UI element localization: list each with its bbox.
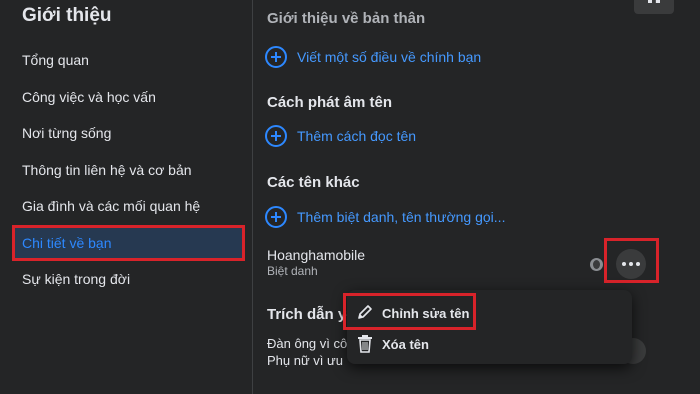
delete-name-label: Xóa tên (382, 336, 429, 352)
more-icon-dot (636, 262, 640, 266)
add-pronunciation-label: Thêm cách đọc tên (297, 128, 417, 144)
sidebar-title: Giới thiệu (22, 5, 112, 26)
quote-line-2: Phụ nữ vì ưu (267, 353, 343, 368)
add-about-link[interactable]: Viết một số điều về chính bạn (265, 46, 481, 68)
quote-line-1: Đàn ông vì cô (267, 336, 348, 351)
top-more-button[interactable] (634, 0, 674, 14)
plus-circle-icon (265, 46, 287, 68)
edit-name-label: Chỉnh sửa tên (382, 305, 470, 321)
add-nickname-label: Thêm biệt danh, tên thường gọi... (297, 209, 506, 225)
profile-about-panel: Giới thiệu Tổng quan Công việc và học vấ… (0, 0, 700, 394)
nickname-value: Hoanghamobile (267, 247, 366, 263)
sidebar-item-details-about-you[interactable]: Chi tiết về bạn (12, 226, 244, 260)
sidebar-item-contact-basic-info[interactable]: Thông tin liên hệ và cơ bản (12, 153, 244, 187)
pencil-icon (358, 305, 372, 319)
sidebar-item-family-relationships[interactable]: Gia đình và các mối quan hệ (12, 189, 244, 223)
delete-name-menu-item[interactable]: Xóa tên (347, 328, 632, 360)
plus-circle-icon (265, 206, 287, 228)
other-names-title: Các tên khác (267, 174, 360, 191)
add-nickname-link[interactable]: Thêm biệt danh, tên thường gọi... (265, 206, 505, 228)
pronunciation-title: Cách phát âm tên (267, 94, 393, 111)
trash-icon (358, 335, 372, 353)
nickname-options-menu: Chỉnh sửa tên Xóa tên (347, 290, 632, 364)
more-icon-dot (622, 262, 626, 266)
add-pronunciation-link[interactable]: Thêm cách đọc tên (265, 125, 416, 147)
sidebar-item-work-education[interactable]: Công việc và học vấn (12, 80, 244, 114)
globe-icon[interactable] (590, 258, 603, 271)
add-about-label: Viết một số điều về chính bạn (297, 49, 482, 65)
sidebar-item-life-events[interactable]: Sự kiện trong đời (12, 262, 244, 296)
quote-section-title: Trích dẫn yê (267, 306, 355, 323)
sidebar-item-overview[interactable]: Tổng quan (12, 43, 244, 77)
sidebar-item-places-lived[interactable]: Nơi từng sống (12, 116, 244, 150)
more-options-button[interactable] (616, 249, 646, 279)
edit-name-menu-item[interactable]: Chỉnh sửa tên (347, 297, 632, 329)
about-section-title: Giới thiệu về bản thân (267, 10, 426, 27)
nickname-type: Biệt danh (267, 264, 318, 278)
column-divider (252, 0, 253, 394)
plus-circle-icon (265, 125, 287, 147)
more-icon-dot (629, 262, 633, 266)
